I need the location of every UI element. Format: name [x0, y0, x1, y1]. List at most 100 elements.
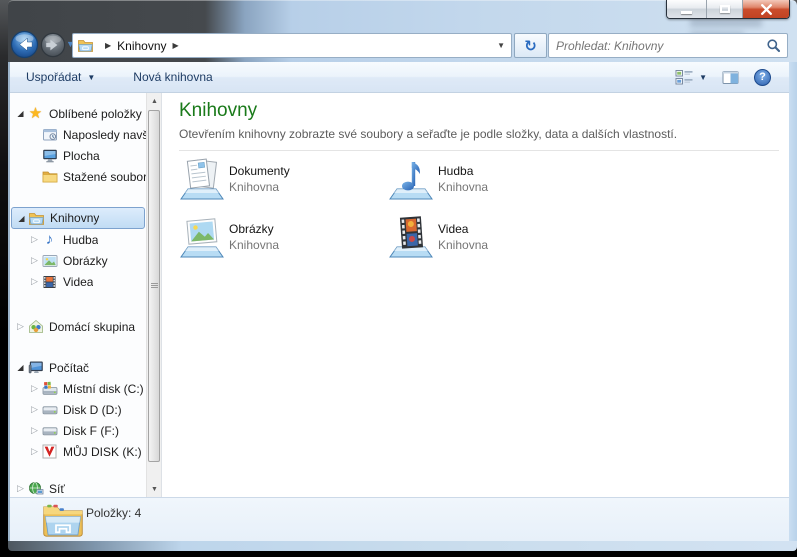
breadcrumb-segment[interactable]: Knihovny: [117, 39, 166, 53]
refresh-icon: ↻: [524, 37, 537, 55]
scroll-up-button[interactable]: ▲: [147, 93, 161, 109]
downloads-folder-icon: [41, 169, 58, 185]
new-library-button[interactable]: Nová knihovna: [125, 66, 220, 88]
back-button[interactable]: [10, 30, 39, 59]
scrollbar-thumb[interactable]: [148, 110, 160, 462]
minimize-button[interactable]: [667, 0, 707, 18]
sidebar-item-downloads[interactable]: Stažené soubory: [10, 166, 147, 187]
homegroup-icon: [27, 319, 44, 335]
close-icon: [760, 3, 772, 15]
sidebar-item-label: Oblíbené položky: [49, 106, 142, 121]
expand-arrow-icon[interactable]: ▷: [28, 446, 41, 457]
address-bar[interactable]: ▶ Knihovny ▶ ▼: [72, 33, 512, 58]
toolbar-right-group: ▼ ?: [675, 68, 789, 86]
sidebar-item-label: Naposledy navštívené: [63, 127, 147, 142]
library-item-documents[interactable]: Dokumenty Knihovna: [178, 155, 378, 205]
help-icon: ?: [759, 71, 766, 83]
search-icon[interactable]: [766, 38, 781, 53]
organize-button[interactable]: Uspořádat ▼: [18, 66, 103, 88]
search-input[interactable]: [549, 38, 766, 53]
library-item-name: Dokumenty: [229, 164, 290, 178]
sidebar-item-label: Domácí skupina: [49, 319, 136, 334]
expand-arrow-icon[interactable]: ◢: [14, 363, 27, 372]
sidebar-item-disk-d[interactable]: ▷ Disk D (D:): [10, 399, 147, 420]
refresh-button[interactable]: ↻: [514, 33, 547, 58]
sidebar-item-label: Knihovny: [50, 211, 100, 225]
expand-arrow-icon[interactable]: ◢: [15, 214, 28, 223]
expand-arrow-icon[interactable]: ◢: [14, 109, 27, 118]
libraries-folder-icon: [28, 210, 45, 226]
expand-arrow-icon[interactable]: ▷: [28, 404, 41, 415]
network-icon: [27, 481, 44, 497]
blurred-desktop-text: [690, 18, 762, 27]
libraries-large-icon: [42, 499, 84, 546]
libraries-folder-icon: [77, 38, 94, 54]
sidebar-item-recent-places[interactable]: Naposledy navštívené: [10, 124, 147, 145]
recent-places-icon: [41, 127, 58, 143]
change-view-button[interactable]: ▼: [675, 69, 707, 86]
sidebar-scrollbar[interactable]: ▲ ▼: [146, 93, 161, 497]
chevron-down-icon: ▼: [699, 72, 707, 82]
chevron-down-icon: ▼: [87, 72, 96, 82]
restore-button[interactable]: [707, 0, 743, 18]
restore-icon: [719, 5, 730, 13]
explorer-window: ▼ ▶ Knihovny ▶ ▼ ↻ Uspořádat: [8, 0, 797, 551]
minimize-icon: [681, 10, 692, 14]
breadcrumb-arrow-icon[interactable]: ▶: [105, 41, 111, 50]
library-item-videos[interactable]: Videa Knihovna: [387, 213, 587, 263]
desktop-icon: [41, 148, 58, 164]
documents-library-icon: [178, 155, 226, 205]
address-dropdown-icon[interactable]: ▼: [497, 41, 505, 50]
sidebar-item-disk-f[interactable]: ▷ Disk F (F:): [10, 420, 147, 441]
system-disk-icon: [41, 381, 58, 397]
library-item-pictures[interactable]: Obrázky Knihovna: [178, 213, 378, 263]
music-note-icon: ♪: [45, 231, 54, 248]
preview-pane-button[interactable]: [722, 70, 739, 85]
close-button[interactable]: [743, 0, 789, 18]
window-body: ◢ ★ Oblíbené položky Naposledy navštíven…: [10, 93, 789, 497]
library-item-type: Knihovna: [229, 238, 280, 252]
sidebar-item-music[interactable]: ▷ ♪ Hudba: [10, 229, 147, 250]
sidebar-item-videos[interactable]: ▷ Videa: [10, 271, 147, 292]
forward-button[interactable]: [40, 32, 66, 58]
library-item-music[interactable]: Hudba Knihovna: [387, 155, 587, 205]
scroll-down-button[interactable]: ▼: [147, 481, 161, 497]
sidebar-item-disk-c[interactable]: ▷ Místní disk (C:): [10, 378, 147, 399]
expand-arrow-icon[interactable]: ▷: [14, 483, 27, 494]
library-item-name: Hudba: [438, 164, 474, 178]
expand-arrow-icon[interactable]: ▷: [28, 383, 41, 394]
sidebar-item-homegroup[interactable]: ▷ Domácí skupina: [10, 316, 147, 337]
sidebar-item-pictures[interactable]: ▷ Obrázky: [10, 250, 147, 271]
views-icon: [675, 69, 693, 84]
expand-arrow-icon[interactable]: ▷: [28, 234, 41, 245]
breadcrumb-arrow-icon[interactable]: ▶: [173, 41, 179, 50]
sidebar-item-desktop[interactable]: Plocha: [10, 145, 147, 166]
videos-library-icon: [387, 213, 435, 263]
library-item-name: Obrázky: [229, 222, 274, 236]
sidebar-item-favorites[interactable]: ◢ ★ Oblíbené položky: [10, 103, 147, 124]
expand-arrow-icon[interactable]: ▷: [28, 276, 41, 287]
star-icon: ★: [28, 105, 43, 122]
help-button[interactable]: ?: [754, 68, 771, 86]
sidebar-item-computer[interactable]: ◢ Počítač: [10, 357, 147, 378]
command-toolbar: Uspořádat ▼ Nová knihovna ▼ ?: [10, 62, 789, 93]
pictures-library-icon: [178, 213, 226, 263]
sidebar-item-label: Plocha: [63, 148, 100, 163]
organize-label: Uspořádat: [26, 70, 82, 84]
expand-arrow-icon[interactable]: ▷: [28, 425, 41, 436]
expand-arrow-icon[interactable]: ▷: [28, 255, 41, 266]
sidebar-item-network[interactable]: ▷ Síť: [10, 478, 147, 497]
expand-arrow-icon[interactable]: ▷: [14, 321, 27, 332]
sidebar-item-libraries[interactable]: ◢ Knihovny: [11, 207, 145, 229]
back-icon: [10, 30, 39, 59]
videos-icon: [41, 274, 58, 290]
desktop: ▼ ▶ Knihovny ▶ ▼ ↻ Uspořádat: [0, 0, 797, 557]
page-subtitle: Otevřením knihovny zobrazte své soubory …: [179, 127, 678, 141]
window-border-left: [8, 62, 10, 541]
pictures-icon: [41, 253, 58, 269]
sidebar-item-disk-k[interactable]: ▷ MŮJ DISK (K:): [10, 441, 147, 462]
disk-icon: [41, 402, 58, 418]
sidebar-item-label: Videa: [63, 274, 94, 289]
sidebar-item-label: Síť: [49, 481, 65, 496]
header-divider: [179, 150, 779, 151]
